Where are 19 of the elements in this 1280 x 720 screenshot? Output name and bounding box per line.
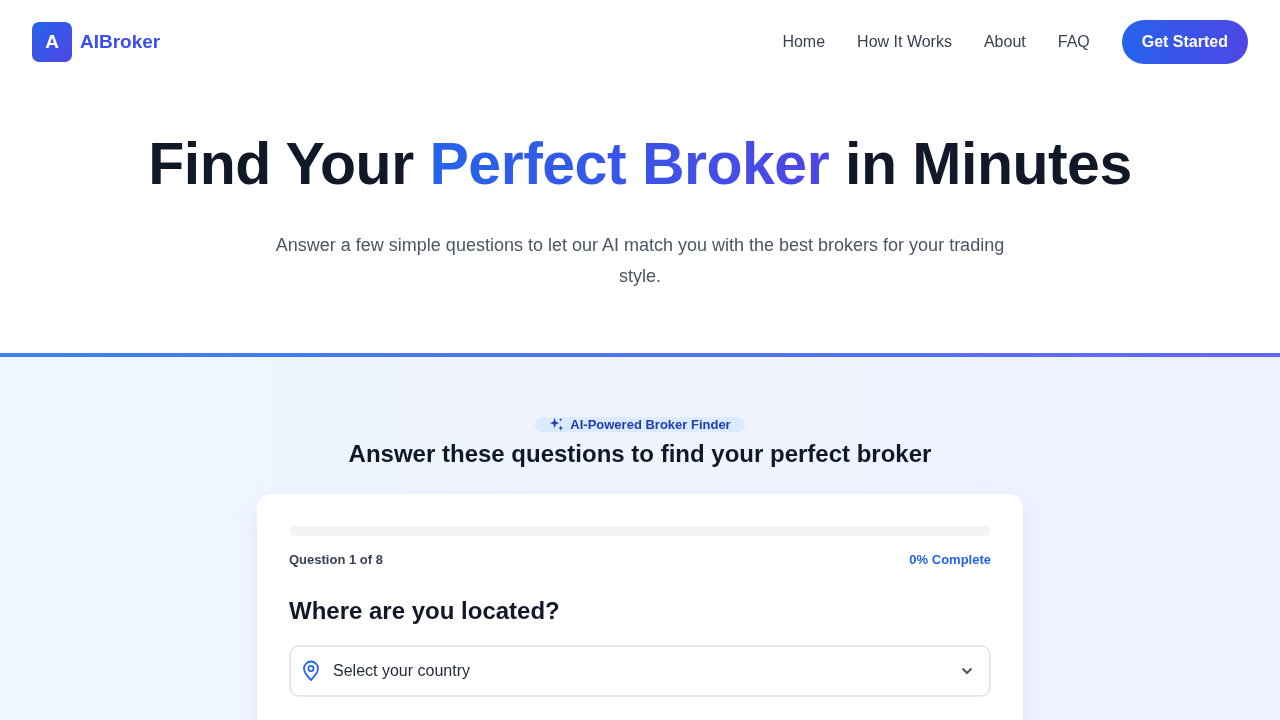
section-heading: Answer these questions to find your perfect broker xyxy=(348,440,932,468)
country-select[interactable]: Select your country xyxy=(289,645,991,697)
chevron-down-icon xyxy=(961,667,973,675)
feature-badge: AI-Powered Broker Finder xyxy=(535,417,745,432)
sparkle-icon xyxy=(549,417,565,432)
location-pin-icon xyxy=(301,660,321,682)
question-text: Where are you located? xyxy=(289,597,561,625)
brand-name[interactable]: AIBroker xyxy=(80,31,161,53)
nav-link[interactable]: FAQ xyxy=(1057,33,1090,51)
get-started-button[interactable]: Get Started xyxy=(1121,20,1248,64)
country-input[interactable]: Select your country xyxy=(331,661,951,681)
hero-title: Find Your Perfect Broker in Minutes xyxy=(147,130,1133,199)
question-counter: Question 1 of 8 xyxy=(289,552,383,567)
hero-subtitle: Answer a few simple questions to let our AI match you with the best brokers for your trading style. xyxy=(274,234,1006,288)
nav-link[interactable]: How It Works xyxy=(857,33,952,51)
logo-icon[interactable]: A xyxy=(32,22,72,62)
nav-link[interactable]: Home xyxy=(782,33,826,51)
nav-link[interactable]: About xyxy=(983,33,1026,51)
progress-percent: 0% Complete xyxy=(909,552,991,567)
